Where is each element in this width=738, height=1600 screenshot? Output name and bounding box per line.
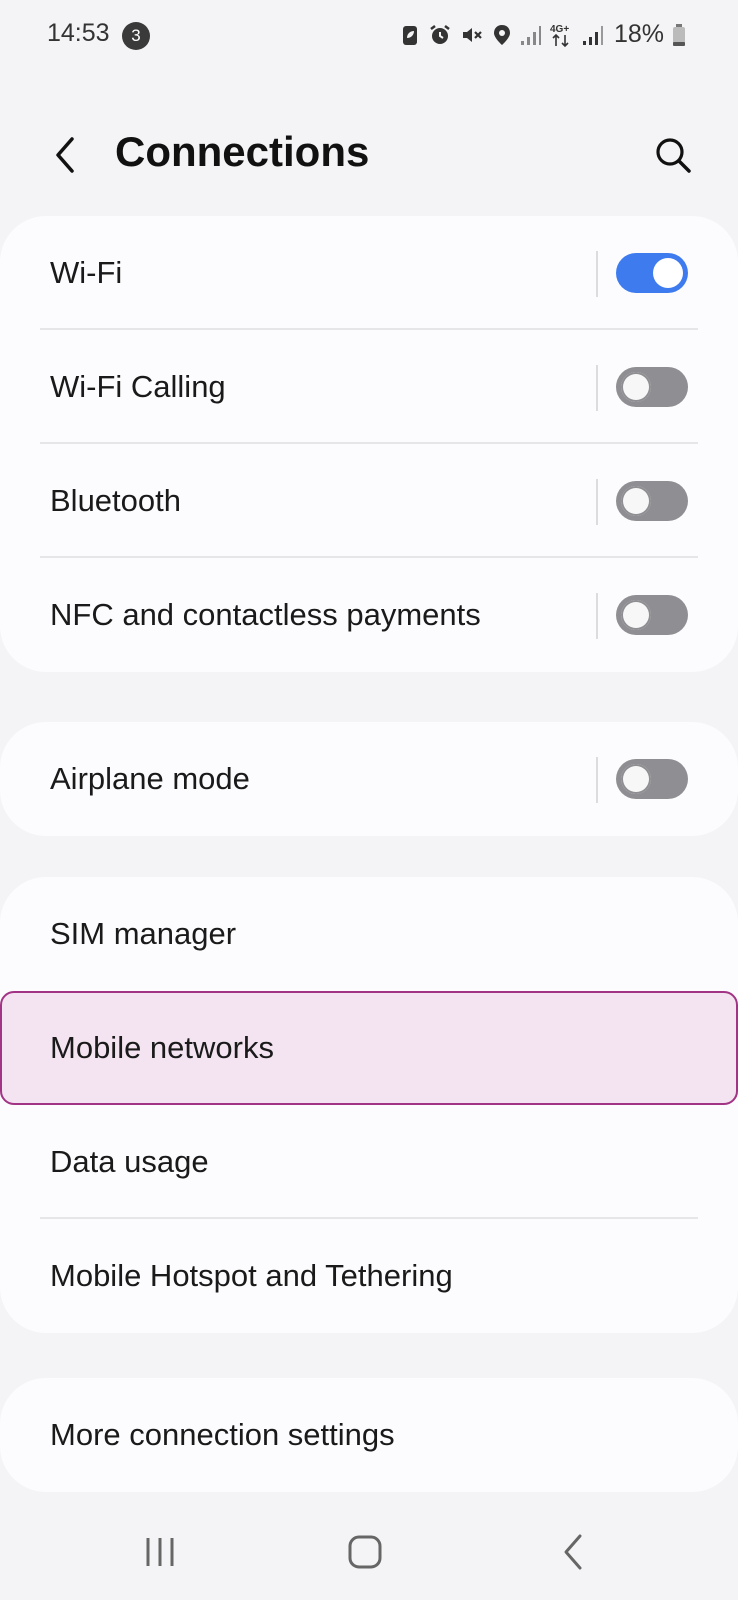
- chevron-left-icon: [56, 137, 74, 173]
- home-button[interactable]: [335, 1530, 395, 1574]
- more-connection-settings-label: More connection settings: [50, 1417, 395, 1452]
- status-bar: 14:53 3 4G+ 18%: [0, 0, 738, 72]
- nav-back-button[interactable]: [544, 1530, 604, 1574]
- back-button[interactable]: [40, 130, 90, 180]
- battery-saver-icon: [402, 25, 417, 45]
- airplane-mode-toggle[interactable]: [616, 759, 688, 799]
- sim-manager-label: SIM manager: [50, 916, 237, 951]
- search-icon: [656, 138, 691, 173]
- data-usage-row[interactable]: Data usage: [0, 1105, 738, 1219]
- location-icon: [493, 24, 510, 45]
- mobile-hotspot-row[interactable]: Mobile Hotspot and Tethering: [0, 1219, 738, 1333]
- mute-icon: [462, 27, 482, 42]
- header: Connections: [0, 110, 738, 200]
- toggle-knob: [621, 764, 651, 794]
- status-time: 14:53: [47, 19, 110, 47]
- connections-group-1: Wi-Fi Wi-Fi Calling Bluetooth NFC and co…: [0, 216, 738, 672]
- back-icon: [564, 1534, 582, 1570]
- battery-icon: [673, 23, 685, 46]
- wifi-calling-label: Wi-Fi Calling: [50, 369, 226, 404]
- wifi-label: Wi-Fi: [50, 255, 123, 290]
- row-separator: [596, 365, 598, 411]
- navigation-bar: [0, 1500, 738, 1600]
- mobile-hotspot-label: Mobile Hotspot and Tethering: [50, 1258, 453, 1293]
- wifi-calling-toggle[interactable]: [616, 367, 688, 407]
- search-button[interactable]: [648, 130, 698, 180]
- toggle-knob: [621, 600, 651, 630]
- sim-manager-row[interactable]: SIM manager: [0, 877, 738, 991]
- nfc-toggle[interactable]: [616, 595, 688, 635]
- more-connection-settings-row[interactable]: More connection settings: [0, 1378, 738, 1492]
- connections-group-4: More connection settings: [0, 1378, 738, 1492]
- battery-percentage: 18%: [613, 20, 664, 48]
- wifi-calling-row[interactable]: Wi-Fi Calling: [0, 330, 738, 444]
- bluetooth-label: Bluetooth: [50, 483, 181, 518]
- row-separator: [596, 479, 598, 525]
- row-separator: [596, 593, 598, 639]
- bluetooth-toggle[interactable]: [616, 481, 688, 521]
- data-usage-label: Data usage: [50, 1144, 209, 1179]
- airplane-mode-label: Airplane mode: [50, 761, 250, 796]
- network-4g-icon: 4G+: [550, 24, 569, 47]
- wifi-toggle[interactable]: [616, 253, 688, 293]
- signal-icon-1: [520, 25, 541, 45]
- toggle-knob: [621, 486, 651, 516]
- row-separator: [596, 757, 598, 803]
- wifi-row[interactable]: Wi-Fi: [0, 216, 738, 330]
- page-title: Connections: [115, 128, 370, 175]
- bluetooth-row[interactable]: Bluetooth: [0, 444, 738, 558]
- airplane-mode-row[interactable]: Airplane mode: [0, 722, 738, 836]
- signal-icon-2: [582, 25, 603, 45]
- connections-group-2: Airplane mode: [0, 722, 738, 836]
- connections-group-3: SIM manager Mobile networks Data usage M…: [0, 877, 738, 1333]
- toggle-knob: [653, 258, 683, 288]
- status-icons: 4G+ 18%: [400, 20, 686, 49]
- mobile-networks-label: Mobile networks: [50, 1030, 274, 1065]
- nfc-row[interactable]: NFC and contactless payments: [0, 558, 738, 672]
- home-icon: [348, 1535, 382, 1569]
- recents-icon: [146, 1538, 174, 1566]
- mobile-networks-row[interactable]: Mobile networks: [0, 991, 738, 1105]
- svg-text:4G+: 4G+: [550, 24, 569, 35]
- row-separator: [596, 251, 598, 297]
- nfc-label: NFC and contactless payments: [50, 597, 481, 632]
- notification-count-badge: 3: [122, 22, 150, 50]
- recents-button[interactable]: [130, 1530, 190, 1574]
- alarm-icon: [430, 24, 450, 44]
- toggle-knob: [621, 372, 651, 402]
